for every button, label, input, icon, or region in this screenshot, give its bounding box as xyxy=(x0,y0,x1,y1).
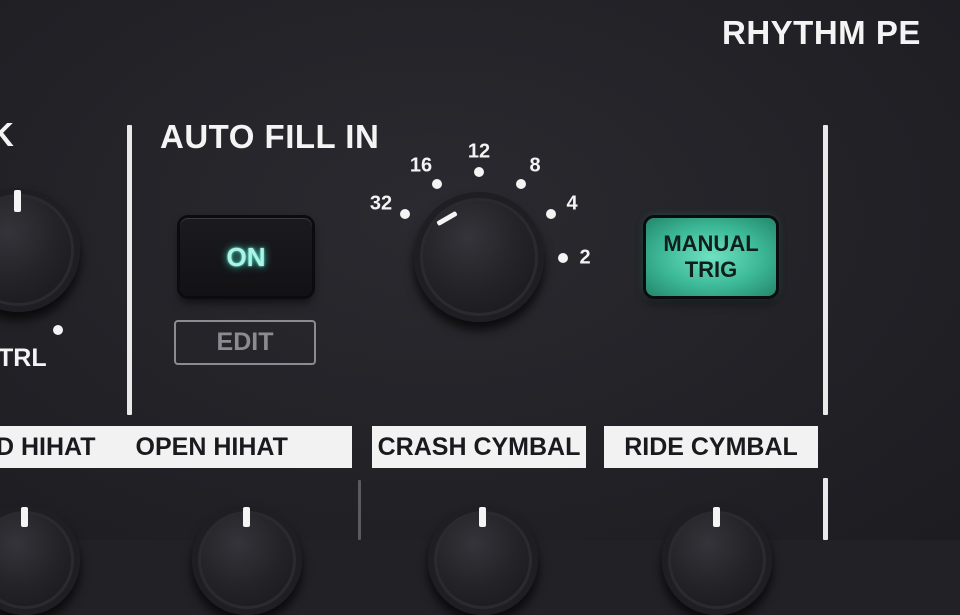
ctrl-scale-dot xyxy=(53,325,63,335)
open-hihat-knob-indicator xyxy=(243,507,250,527)
crash-cymbal-knob[interactable] xyxy=(428,505,538,615)
ride-cymbal-knob[interactable] xyxy=(662,505,772,615)
ctrl-knob[interactable] xyxy=(0,188,80,312)
ctrl-knob-indicator xyxy=(14,190,21,212)
divider-lower-left xyxy=(358,480,361,540)
scale-label-16: 16 xyxy=(409,154,433,177)
scale-label-4: 4 xyxy=(566,192,578,215)
tag-closed-hihat: D HIHAT xyxy=(0,432,96,461)
scale-dot-2 xyxy=(558,253,568,263)
tag-ride-cymbal: RIDE CYMBAL xyxy=(604,426,818,468)
ride-cymbal-knob-indicator xyxy=(713,507,720,527)
scale-dot-8 xyxy=(516,179,526,189)
tag-closed-hihat-open-hihat: D HIHAT OPEN HIHAT xyxy=(0,426,352,468)
left-section-title-fragment: K xyxy=(0,116,14,153)
scale-label-32: 32 xyxy=(369,192,393,215)
crash-cymbal-knob-indicator xyxy=(479,507,486,527)
manual-trig-label-line1: MANUAL xyxy=(663,231,759,256)
scale-label-8: 8 xyxy=(529,154,541,177)
auto-fill-in-title: AUTO FILL IN xyxy=(160,118,380,155)
edit-label: EDIT xyxy=(174,320,316,365)
scale-label-12: 12 xyxy=(467,140,491,163)
rhythm-section-title: RHYTHM PE xyxy=(722,14,921,51)
scale-dot-12 xyxy=(474,167,484,177)
manual-trig-label-line2: TRIG xyxy=(684,257,738,282)
divider-lower-right xyxy=(823,478,828,540)
auto-fill-knob-indicator xyxy=(436,210,458,227)
divider-right xyxy=(823,125,828,415)
ctrl-label: TRL xyxy=(0,344,47,372)
scale-label-2: 2 xyxy=(579,246,591,269)
divider-left xyxy=(127,125,132,415)
manual-trig-button[interactable]: MANUAL TRIG xyxy=(646,218,776,296)
closed-hihat-knob-indicator xyxy=(21,507,28,527)
tag-crash-cymbal: CRASH CYMBAL xyxy=(372,426,586,468)
scale-dot-4 xyxy=(546,209,556,219)
open-hihat-knob[interactable] xyxy=(192,505,302,615)
scale-dot-32 xyxy=(400,209,410,219)
auto-fill-on-button[interactable]: ON xyxy=(180,218,312,296)
control-panel: RHYTHM PE K TRL AUTO FILL IN ON EDIT 32 … xyxy=(0,0,960,615)
scale-dot-16 xyxy=(432,179,442,189)
tag-open-hihat: OPEN HIHAT xyxy=(135,432,288,461)
auto-fill-interval-knob[interactable] xyxy=(414,192,544,322)
closed-hihat-knob[interactable] xyxy=(0,505,80,615)
